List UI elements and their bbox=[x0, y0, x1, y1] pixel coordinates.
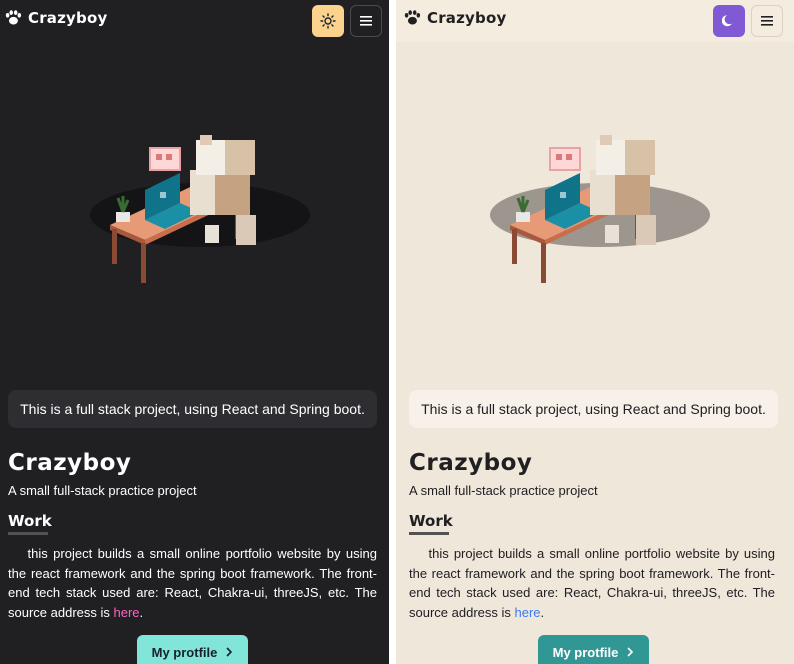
chevron-right-icon bbox=[627, 647, 634, 657]
work-text: this project builds a small online portf… bbox=[409, 546, 775, 620]
source-link[interactable]: here bbox=[114, 605, 140, 620]
chevron-right-icon bbox=[226, 647, 233, 657]
sun-icon bbox=[320, 13, 336, 29]
hamburger-menu-icon bbox=[360, 16, 372, 26]
paw-icon bbox=[404, 10, 421, 25]
page-title: Crazyboy bbox=[409, 450, 533, 476]
theme-toggle-button[interactable] bbox=[312, 5, 344, 37]
menu-button[interactable] bbox=[350, 5, 382, 37]
hamburger-menu-icon bbox=[761, 16, 773, 26]
light-mode-view: Crazyboy This is a full stack project, u… bbox=[396, 0, 794, 664]
my-profile-button[interactable]: My protfile bbox=[538, 635, 649, 664]
section-underline bbox=[8, 532, 48, 535]
page-subtitle: A small full-stack practice project bbox=[409, 483, 598, 498]
brand-name: Crazyboy bbox=[28, 9, 108, 27]
moon-icon bbox=[722, 15, 732, 27]
my-profile-button[interactable]: My protfile bbox=[137, 635, 248, 664]
dark-mode-view: Crazyboy This is a full stack project, u… bbox=[0, 0, 389, 664]
paw-icon bbox=[5, 10, 22, 25]
menu-button[interactable] bbox=[751, 5, 783, 37]
work-text-end: . bbox=[139, 604, 144, 620]
work-description: this project builds a small online portf… bbox=[409, 544, 775, 622]
work-text: this project builds a small online portf… bbox=[8, 546, 377, 620]
page-title: Crazyboy bbox=[8, 450, 132, 476]
divider bbox=[389, 0, 396, 664]
section-heading-work: Work bbox=[8, 512, 52, 530]
brand-name: Crazyboy bbox=[427, 9, 507, 27]
source-link[interactable]: here bbox=[515, 605, 541, 620]
intro-banner: This is a full stack project, using Reac… bbox=[409, 390, 778, 428]
navbar: Crazyboy bbox=[396, 0, 794, 42]
hero-illustration bbox=[396, 40, 794, 380]
hero-illustration bbox=[0, 40, 389, 380]
my-profile-label: My protfile bbox=[552, 644, 619, 660]
navbar: Crazyboy bbox=[0, 0, 389, 40]
work-text-end: . bbox=[540, 604, 545, 620]
intro-banner: This is a full stack project, using Reac… bbox=[8, 390, 377, 428]
brand-logo[interactable]: Crazyboy bbox=[4, 9, 107, 27]
work-description: this project builds a small online portf… bbox=[8, 544, 377, 622]
theme-toggle-button[interactable] bbox=[713, 5, 745, 37]
section-heading-work: Work bbox=[409, 512, 453, 530]
section-underline bbox=[409, 532, 449, 535]
brand-logo[interactable]: Crazyboy bbox=[403, 9, 506, 27]
page-subtitle: A small full-stack practice project bbox=[8, 483, 197, 498]
my-profile-label: My protfile bbox=[151, 644, 218, 660]
